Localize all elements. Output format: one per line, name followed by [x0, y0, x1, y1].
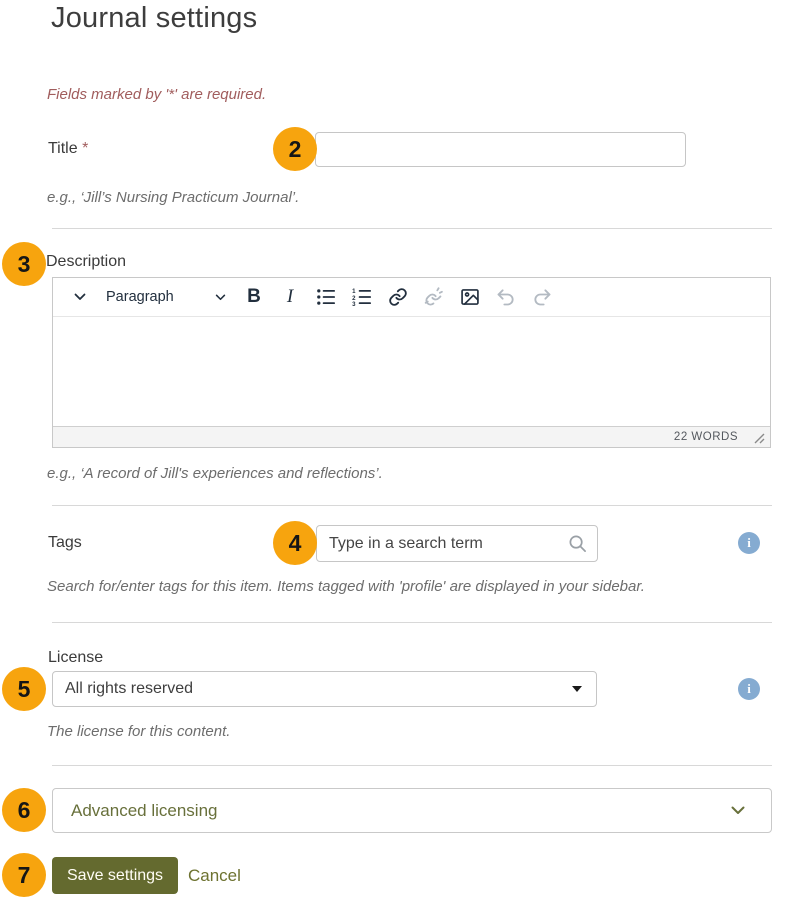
search-icon — [569, 535, 586, 552]
toolbar-collapse-button[interactable] — [64, 282, 96, 312]
chevron-down-icon — [74, 293, 86, 300]
section-divider — [52, 622, 772, 623]
bullet-list-icon — [317, 289, 335, 305]
remove-link-button[interactable] — [418, 282, 450, 312]
undo-icon — [497, 289, 514, 306]
insert-image-button[interactable] — [454, 282, 486, 312]
numbered-list-icon: 123 — [352, 288, 371, 306]
link-icon — [389, 288, 407, 306]
redo-icon — [534, 289, 551, 306]
tags-search-input[interactable] — [327, 533, 568, 554]
description-hint: e.g., ‘A record of Jill's experiences an… — [47, 465, 383, 482]
bullet-list-button[interactable] — [310, 282, 342, 312]
bold-button[interactable]: B — [238, 282, 270, 312]
advanced-licensing-toggle[interactable]: Advanced licensing — [52, 788, 772, 833]
image-icon — [461, 289, 479, 305]
license-selected-option: All rights reserved — [65, 680, 194, 697]
unlink-icon — [424, 287, 443, 306]
insert-link-button[interactable] — [382, 282, 414, 312]
numbered-list-button[interactable]: 123 — [346, 282, 378, 312]
section-divider — [52, 505, 772, 506]
resize-handle-icon[interactable] — [754, 433, 765, 444]
caret-down-icon — [572, 686, 582, 692]
svg-text:3: 3 — [352, 301, 356, 306]
title-label-text: Title — [48, 140, 78, 157]
paragraph-chevron-icon — [215, 294, 226, 300]
section-divider — [52, 765, 772, 766]
step-badge-3: 3 — [2, 242, 46, 286]
step-badge-4: 4 — [273, 521, 317, 565]
section-divider — [52, 228, 772, 229]
page-title: Journal settings — [51, 2, 258, 34]
title-hint: e.g., ‘Jill’s Nursing Practicum Journal’… — [47, 189, 300, 206]
editor-statusbar: 22 WORDS — [53, 426, 770, 447]
word-count[interactable]: 22 WORDS — [674, 431, 738, 443]
title-input[interactable] — [315, 132, 686, 167]
license-hint: The license for this content. — [47, 723, 231, 740]
advanced-licensing-label: Advanced licensing — [71, 800, 218, 820]
license-info-icon[interactable]: i — [738, 678, 760, 700]
save-settings-button[interactable]: Save settings — [52, 857, 179, 894]
editor-content-area[interactable] — [53, 317, 770, 426]
license-label: License — [48, 649, 104, 666]
required-asterisk: * — [82, 140, 89, 157]
editor-toolbar: Paragraph B I 123 — [53, 278, 770, 317]
step-badge-6: 6 — [2, 788, 46, 832]
tags-search-box — [316, 525, 598, 562]
license-select[interactable]: All rights reserved — [52, 671, 597, 707]
tags-info-icon[interactable]: i — [738, 532, 760, 554]
redo-button[interactable] — [526, 282, 558, 312]
undo-button[interactable] — [490, 282, 522, 312]
step-badge-5: 5 — [2, 667, 46, 711]
title-label: Title * — [48, 140, 88, 158]
description-label: Description — [46, 253, 127, 270]
journal-settings-page: Journal settings Fields marked by '*' ar… — [0, 0, 788, 900]
step-badge-7: 7 — [2, 853, 46, 897]
italic-button[interactable]: I — [274, 282, 306, 312]
tags-hint: Search for/enter tags for this item. Ite… — [47, 578, 645, 595]
cancel-link[interactable]: Cancel — [188, 866, 241, 886]
chevron-down-icon — [731, 806, 745, 814]
step-badge-2: 2 — [273, 127, 317, 171]
required-fields-note: Fields marked by '*' are required. — [47, 86, 267, 103]
tags-label: Tags — [48, 534, 82, 551]
paragraph-format-select[interactable]: Paragraph — [106, 289, 226, 305]
paragraph-format-label: Paragraph — [106, 289, 174, 305]
description-editor: Paragraph B I 123 22 WORDS — [52, 277, 771, 448]
